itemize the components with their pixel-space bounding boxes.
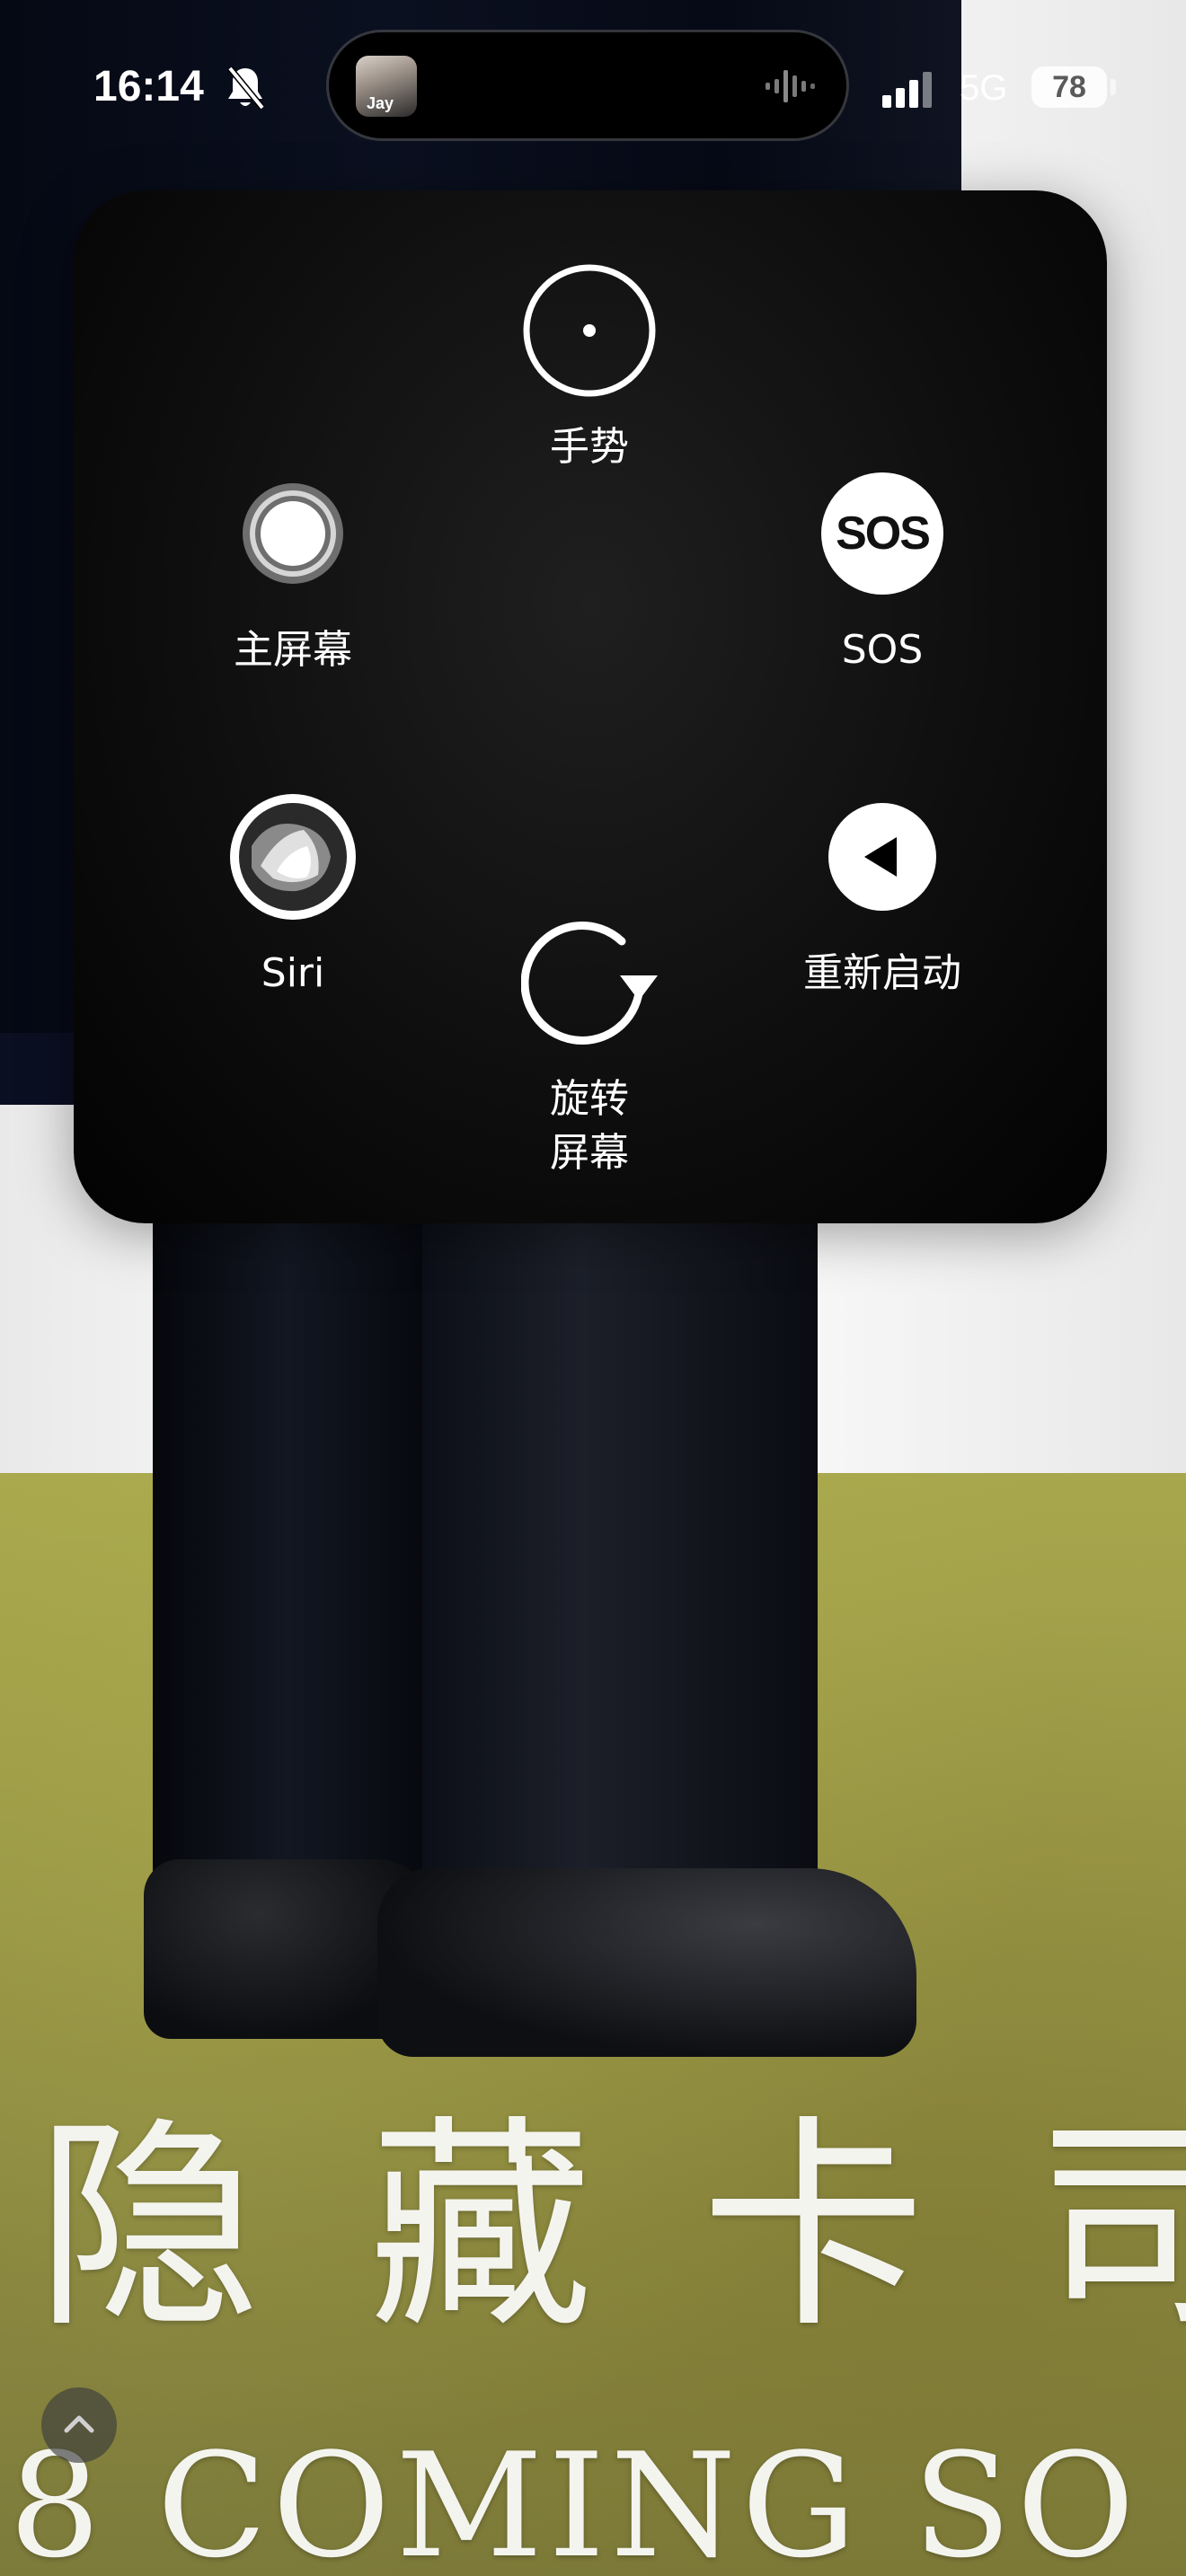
gesture-label: 手势 — [550, 424, 629, 470]
home-icon — [225, 465, 361, 602]
home-label: 主屏幕 — [234, 627, 352, 673]
home-button[interactable]: 主屏幕 — [158, 465, 428, 677]
home-screen: 隐藏卡司 8 COMING SO 16:14 Jay — [0, 0, 1186, 2576]
assistive-touch-menu: 手势 主屏幕 SOS SOS Siri 重新启动 旋转 屏幕 — [74, 190, 1107, 1223]
dynamic-island[interactable]: Jay — [329, 32, 846, 138]
siri-icon — [225, 789, 361, 925]
restart-icon — [814, 789, 951, 925]
rotate-screen-label-line2: 屏幕 — [550, 1130, 629, 1176]
rotate-screen-label-line1: 旋转 — [550, 1076, 629, 1122]
wallpaper-coat-edge — [0, 1033, 81, 1105]
rotate-screen-icon — [521, 914, 658, 1051]
wallpaper-shoe-right — [377, 1868, 916, 2057]
expand-button[interactable] — [41, 2387, 117, 2463]
sos-icon: SOS — [814, 465, 951, 602]
chevron-up-icon — [64, 2415, 94, 2433]
cellular-signal-icon — [882, 72, 933, 108]
battery-level: 78 — [1052, 70, 1086, 104]
poster-subtitle: 8 COMING SO — [9, 2422, 1140, 2576]
network-type: 5G — [960, 68, 1008, 108]
status-bar: 16:14 Jay 5G 78 — [0, 0, 1186, 162]
sos-icon-text: SOS — [821, 472, 943, 595]
restart-button[interactable]: 重新启动 — [748, 789, 1017, 1001]
bell-slash-icon — [225, 65, 266, 111]
siri-label: Siri — [261, 950, 325, 996]
sos-button[interactable]: SOS SOS — [748, 465, 1017, 677]
rotate-screen-label: 旋转 屏幕 — [455, 1072, 724, 1180]
rotate-screen-button[interactable]: 旋转 屏幕 — [455, 914, 724, 1180]
waveform-icon — [764, 66, 819, 106]
poster-title: 隐藏卡司 — [36, 2096, 1186, 2358]
siri-button[interactable]: Siri — [158, 789, 428, 1001]
gesture-button[interactable]: 手势 — [455, 262, 724, 474]
status-time: 16:14 — [93, 63, 204, 110]
battery-tip — [1111, 79, 1116, 95]
sos-label: SOS — [841, 627, 924, 673]
now-playing-album-art[interactable]: Jay — [356, 56, 417, 117]
album-art-text: Jay — [367, 94, 394, 112]
restart-label: 重新启动 — [803, 950, 961, 996]
battery-indicator: 78 — [1031, 66, 1107, 108]
gesture-icon — [521, 262, 658, 399]
